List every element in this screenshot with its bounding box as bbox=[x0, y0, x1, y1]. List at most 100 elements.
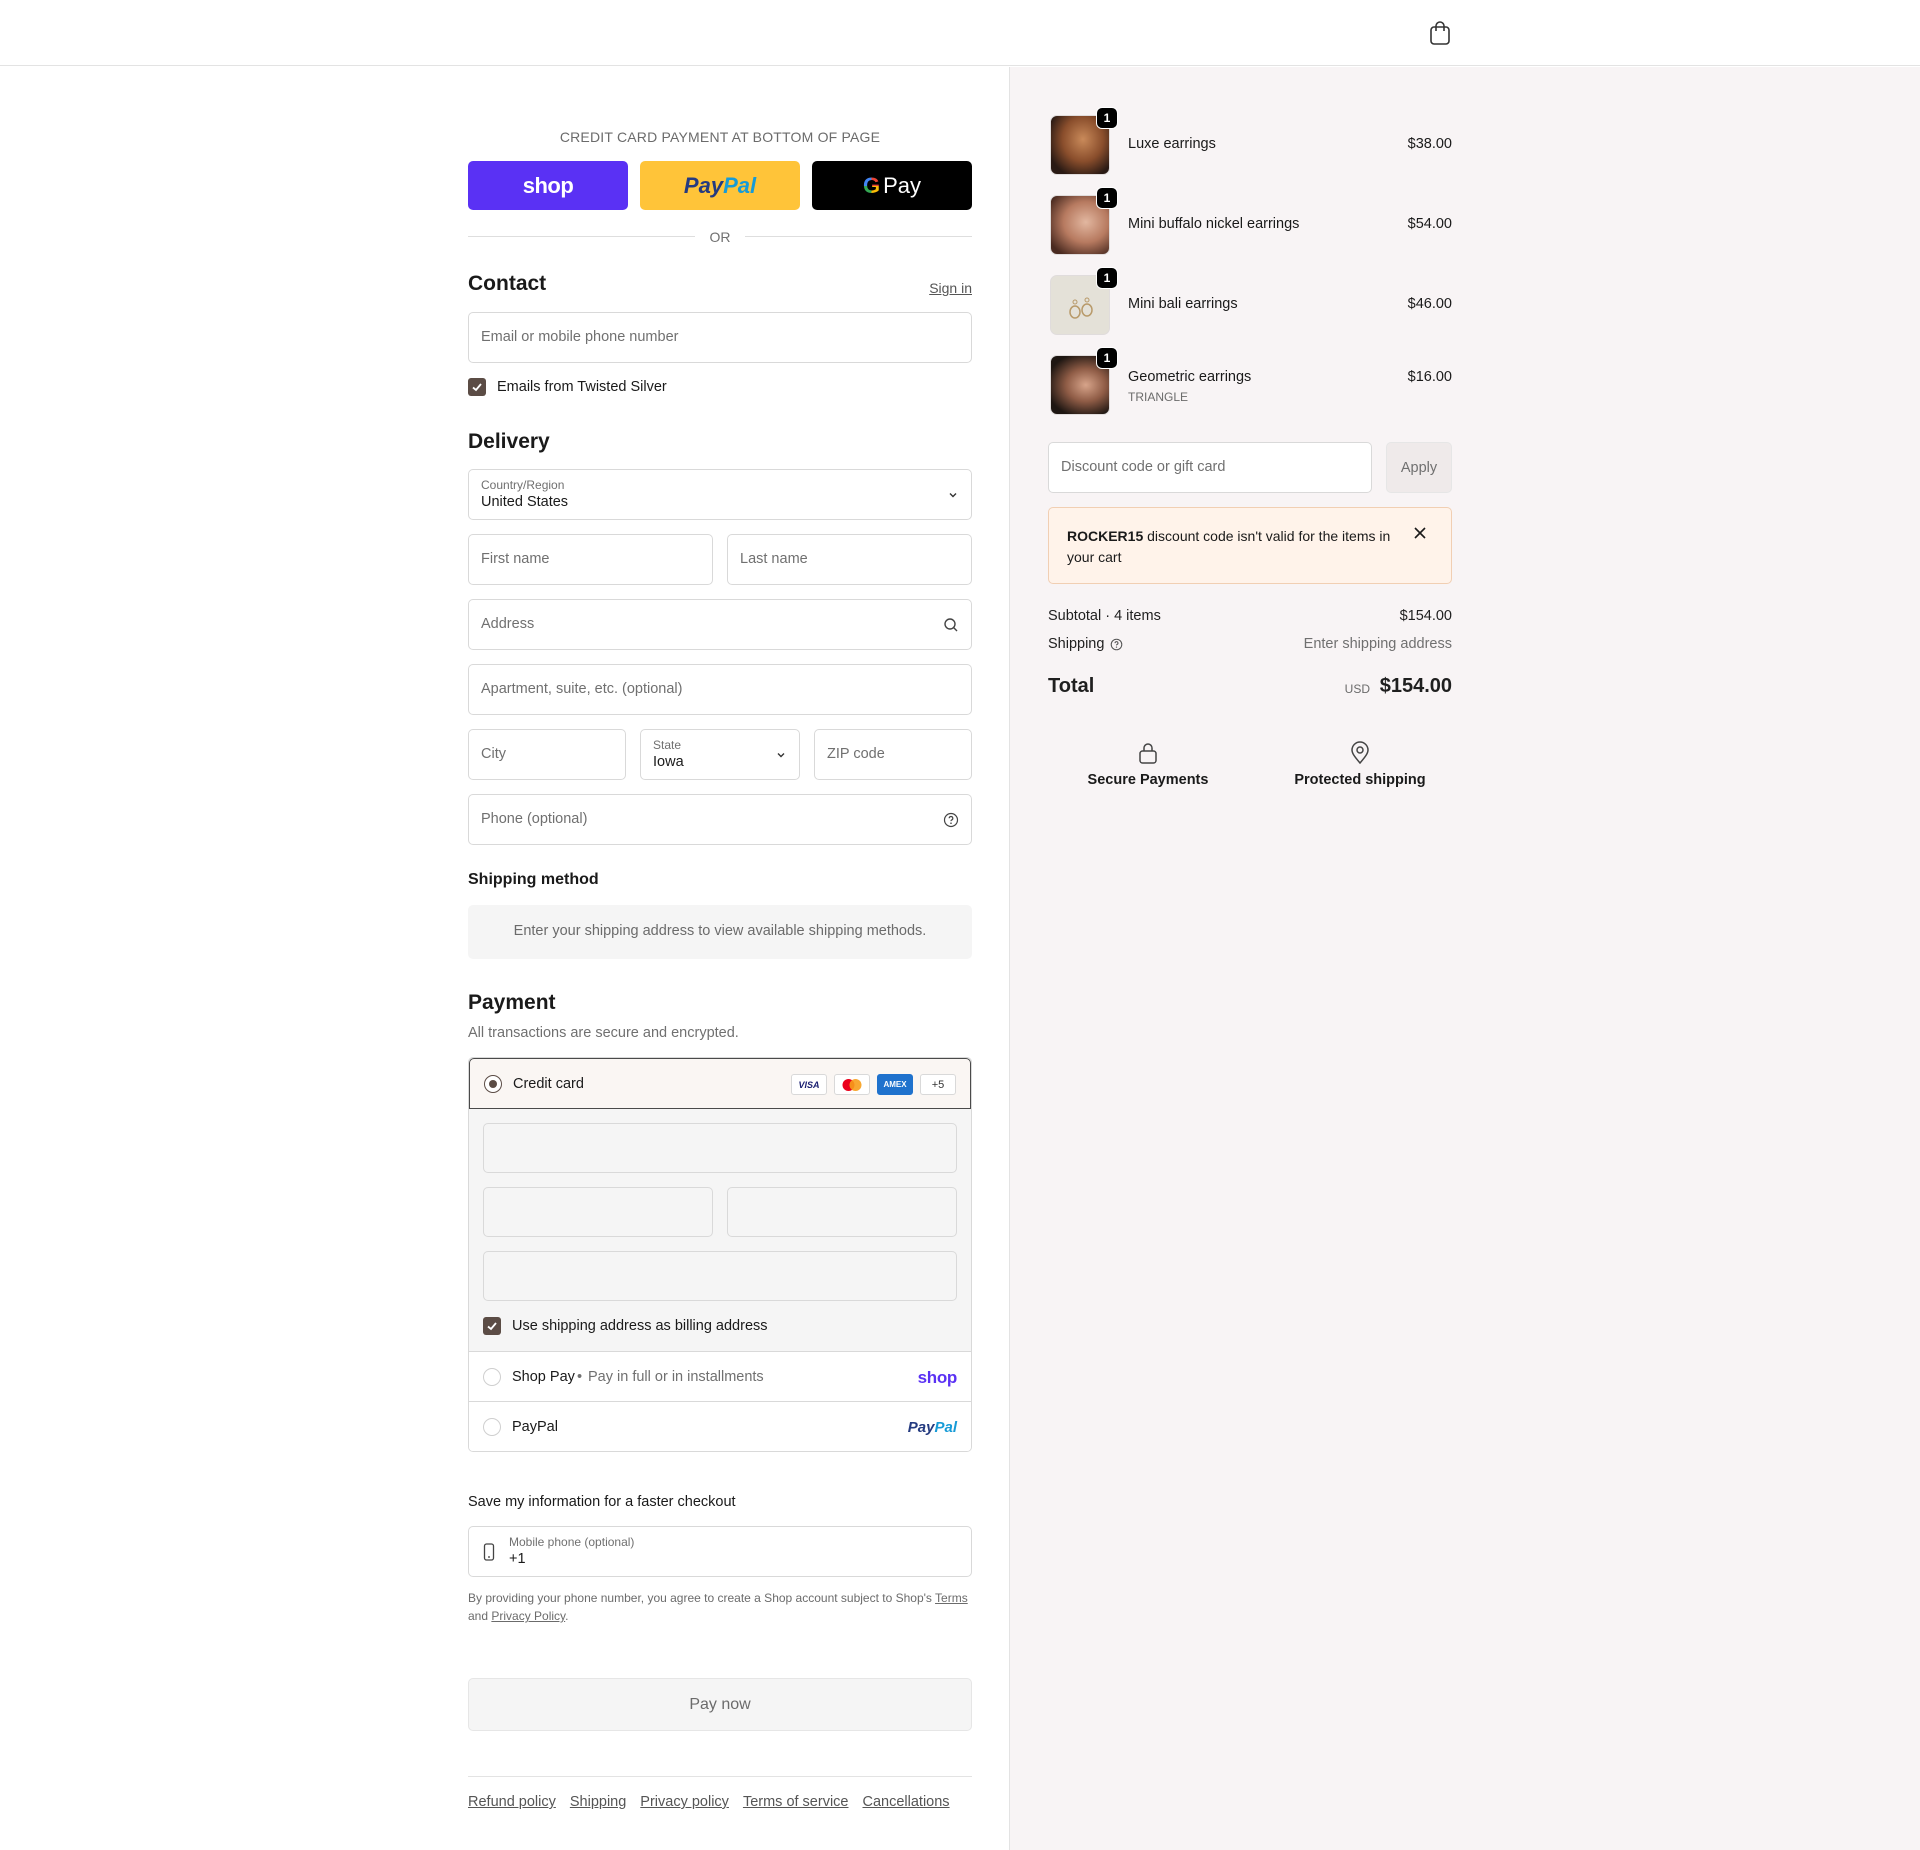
google-pay-express-button[interactable]: G Pay bbox=[812, 161, 972, 210]
checkmark-icon bbox=[487, 1322, 497, 1331]
refund-policy-link[interactable]: Refund policy bbox=[468, 1794, 556, 1810]
total-currency: USD bbox=[1344, 682, 1370, 696]
total-value: $154.00 bbox=[1379, 675, 1452, 697]
discount-code-input[interactable]: Discount code or gift card bbox=[1048, 442, 1372, 493]
item-name: Geometric earrings bbox=[1128, 369, 1252, 385]
zip-field[interactable]: ZIP code bbox=[814, 729, 972, 780]
google-pay-label: Pay bbox=[883, 172, 922, 198]
zip-placeholder: ZIP code bbox=[827, 746, 885, 762]
alert-code: ROCKER15 bbox=[1067, 528, 1144, 544]
express-checkout-title: CREDIT CARD PAYMENT AT BOTTOM OF PAGE bbox=[559, 129, 881, 145]
protected-shipping-label: Protected shipping bbox=[1294, 772, 1426, 788]
cancellations-link[interactable]: Cancellations bbox=[863, 1794, 950, 1810]
first-name-field[interactable]: First name bbox=[468, 534, 713, 585]
last-name-field[interactable]: Last name bbox=[727, 534, 972, 585]
chevron-down-icon bbox=[777, 753, 785, 758]
payment-heading: Payment bbox=[468, 991, 556, 1014]
item-price: $16.00 bbox=[1407, 369, 1452, 385]
shop-pay-subtitle: Pay in full or in installments bbox=[588, 1369, 764, 1385]
payment-subtitle: All transactions are secure and encrypte… bbox=[468, 1025, 739, 1041]
line-item: 1 Geometric earrings TRIANGLE $16.00 bbox=[1048, 347, 1452, 419]
paypal-logo-part-b: Pal bbox=[934, 1419, 957, 1436]
close-icon[interactable] bbox=[1413, 526, 1427, 540]
billing-same-checkbox[interactable] bbox=[483, 1317, 501, 1335]
secure-payments-badge: Secure Payments bbox=[1048, 741, 1248, 788]
item-name: Mini buffalo nickel earrings bbox=[1128, 216, 1300, 232]
search-icon bbox=[944, 618, 958, 632]
shop-legal-text: By providing your phone number, you agre… bbox=[468, 1589, 972, 1625]
address-placeholder: Address bbox=[481, 616, 535, 632]
checkmark-icon bbox=[472, 383, 482, 392]
credit-card-label: Credit card bbox=[513, 1076, 584, 1092]
city-field[interactable]: City bbox=[468, 729, 626, 780]
credit-card-option[interactable]: Credit card VISA AMEX +5 bbox=[469, 1058, 971, 1109]
shop-pay-radio[interactable] bbox=[483, 1368, 501, 1386]
visa-icon: VISA bbox=[791, 1074, 827, 1095]
mastercard-circles bbox=[842, 1078, 862, 1091]
apartment-placeholder: Apartment, suite, etc. (optional) bbox=[481, 681, 683, 697]
item-name: Luxe earrings bbox=[1128, 136, 1216, 152]
alert-message: ROCKER15 discount code isn't valid for t… bbox=[1067, 526, 1397, 568]
paypal-logo-part-a: Pay bbox=[907, 1419, 935, 1436]
item-variant: TRIANGLE bbox=[1128, 390, 1189, 404]
legal-and: and bbox=[468, 1609, 489, 1623]
terms-link[interactable]: Terms bbox=[935, 1591, 968, 1605]
help-circle-icon[interactable] bbox=[1110, 638, 1123, 651]
quantity-badge: 1 bbox=[1096, 187, 1118, 209]
shop-pay-option[interactable]: Shop Pay • Pay in full or in installment… bbox=[469, 1352, 971, 1402]
email-field[interactable]: Email or mobile phone number bbox=[468, 312, 972, 363]
credit-card-radio[interactable] bbox=[484, 1075, 502, 1093]
city-placeholder: City bbox=[481, 746, 506, 762]
item-price: $54.00 bbox=[1407, 216, 1452, 232]
total-label: Total bbox=[1048, 675, 1095, 697]
shop-pay-separator: • bbox=[577, 1369, 583, 1385]
newsletter-checkbox[interactable] bbox=[468, 378, 486, 396]
terms-of-service-link[interactable]: Terms of service bbox=[743, 1794, 849, 1810]
mobile-phone-value: +1 bbox=[509, 1551, 526, 1567]
item-price: $38.00 bbox=[1407, 136, 1452, 152]
apartment-field[interactable]: Apartment, suite, etc. (optional) bbox=[468, 664, 972, 715]
shipping-method-notice: Enter your shipping address to view avai… bbox=[468, 905, 972, 959]
shopping-bag-icon[interactable] bbox=[1428, 20, 1452, 46]
privacy-policy-footer-link[interactable]: Privacy policy bbox=[640, 1794, 729, 1810]
shop-pay-express-button[interactable]: shop bbox=[468, 161, 628, 210]
shipping-policy-link[interactable]: Shipping bbox=[570, 1794, 626, 1810]
apply-discount-button[interactable]: Apply bbox=[1386, 442, 1452, 493]
first-name-placeholder: First name bbox=[481, 551, 550, 567]
or-text: OR bbox=[709, 229, 731, 245]
line-item: 1 Mini buffalo nickel earrings $54.00 bbox=[1048, 187, 1452, 259]
card-cvv-field[interactable] bbox=[727, 1187, 957, 1237]
phone-field[interactable]: Phone (optional) bbox=[468, 794, 972, 845]
state-select[interactable]: State Iowa bbox=[640, 729, 800, 780]
country-select[interactable]: Country/Region United States bbox=[468, 469, 972, 520]
shipping-method-heading: Shipping method bbox=[468, 871, 599, 888]
amex-icon: AMEX bbox=[877, 1074, 913, 1095]
help-circle-icon[interactable] bbox=[943, 812, 959, 828]
quantity-badge: 1 bbox=[1096, 267, 1118, 289]
express-checkout-buttons: shop Pay Pal G Pay bbox=[468, 161, 972, 210]
shop-pay-logo: shop bbox=[917, 1368, 958, 1387]
card-expiry-field[interactable] bbox=[483, 1187, 713, 1237]
card-name-field[interactable] bbox=[483, 1251, 957, 1301]
paypal-express-button[interactable]: Pay Pal bbox=[640, 161, 800, 210]
last-name-placeholder: Last name bbox=[740, 551, 808, 567]
card-number-field[interactable] bbox=[483, 1123, 957, 1173]
state-value: Iowa bbox=[653, 754, 684, 770]
or-divider: OR bbox=[468, 227, 972, 247]
sign-in-link[interactable]: Sign in bbox=[929, 280, 972, 296]
privacy-policy-link[interactable]: Privacy Policy bbox=[491, 1609, 565, 1623]
secure-payments-label: Secure Payments bbox=[1087, 772, 1209, 788]
discount-error-alert: ROCKER15 discount code isn't valid for t… bbox=[1048, 507, 1452, 584]
paypal-radio[interactable] bbox=[483, 1418, 501, 1436]
pay-now-button[interactable]: Pay now bbox=[468, 1678, 972, 1731]
mobile-phone-field[interactable]: Mobile phone (optional) +1 bbox=[468, 1526, 972, 1577]
address-field[interactable]: Address bbox=[468, 599, 972, 650]
subtotal-label: Subtotal · 4 items bbox=[1048, 608, 1161, 624]
paypal-label: PayPal bbox=[512, 1419, 558, 1435]
legal-prefix: By providing your phone number, you agre… bbox=[468, 1591, 932, 1605]
paypal-option[interactable]: PayPal PayPal bbox=[469, 1402, 971, 1451]
legal-period: . bbox=[565, 1609, 569, 1623]
billing-same-label: Use shipping address as billing address bbox=[512, 1318, 768, 1334]
credit-card-form: Use shipping address as billing address bbox=[469, 1109, 971, 1352]
state-label: State bbox=[653, 738, 682, 752]
